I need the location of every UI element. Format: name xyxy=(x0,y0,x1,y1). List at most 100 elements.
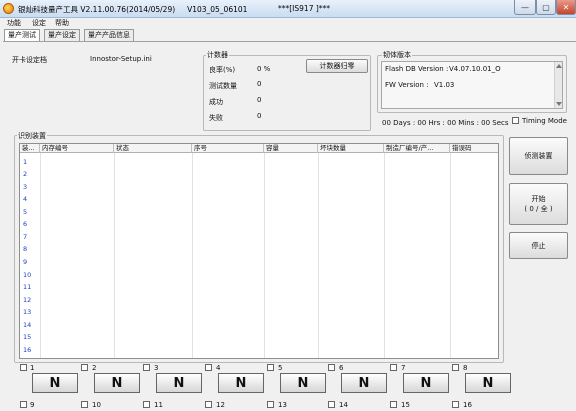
window-title: 银灿科技量产工具 V2.11.00.76(2014/05/29) V103_05… xyxy=(18,5,248,14)
table-row[interactable]: 8 xyxy=(23,243,27,255)
menu-function[interactable]: 功能 xyxy=(7,18,21,28)
table-row[interactable]: 1 xyxy=(23,156,27,168)
tab-product-info[interactable]: 量产产品信息 xyxy=(84,29,134,41)
port-button[interactable]: N xyxy=(280,373,326,393)
port-checkbox[interactable] xyxy=(143,364,150,371)
col-capacity[interactable]: 容量 xyxy=(264,144,318,153)
start-button-count: ( 0 / 全 ) xyxy=(524,205,553,213)
port-button[interactable]: N xyxy=(32,373,78,393)
col-divider xyxy=(114,153,115,358)
port-button[interactable]: N xyxy=(403,373,449,393)
port-checkbox[interactable] xyxy=(267,401,274,408)
port-button[interactable]: N xyxy=(465,373,511,393)
table-row[interactable]: 9 xyxy=(23,256,27,268)
port-checkbox[interactable] xyxy=(452,364,459,371)
table-row[interactable]: 16 xyxy=(23,344,31,356)
test-count-value: 0 xyxy=(257,80,262,88)
port-checkbox[interactable] xyxy=(20,401,27,408)
port-checkbox[interactable] xyxy=(390,401,397,408)
port-label: 1 xyxy=(30,364,35,372)
device-table: 装... 内存编号 状态 序号 容量 坏块数量 制造厂编号/产... 错误码 1… xyxy=(19,143,499,359)
elapsed-timer: 00 Days : 00 Hrs : 00 Mins : 00 Secs xyxy=(382,119,509,127)
port-checkbox[interactable] xyxy=(328,401,335,408)
table-row[interactable]: 4 xyxy=(23,193,27,205)
port-checkbox[interactable] xyxy=(81,364,88,371)
start-button[interactable]: 开始 ( 0 / 全 ) xyxy=(509,183,568,225)
col-bad-block[interactable]: 坏块数量 xyxy=(318,144,384,153)
port-label: 3 xyxy=(154,364,159,372)
close-button[interactable]: ✕ xyxy=(556,0,576,15)
test-count-label: 测试数量 xyxy=(209,82,237,90)
firmware-title: 韧体版本 xyxy=(382,50,412,60)
port-button[interactable]: N xyxy=(94,373,140,393)
port-label: 4 xyxy=(216,364,221,372)
port-button[interactable]: N xyxy=(156,373,202,393)
col-divider xyxy=(40,153,41,358)
table-row[interactable]: 15 xyxy=(23,331,31,343)
timing-mode-label: Timing Mode xyxy=(522,117,567,125)
table-row[interactable]: 11 xyxy=(23,281,31,293)
port-button[interactable]: N xyxy=(341,373,387,393)
table-row[interactable]: 3 xyxy=(23,181,27,193)
port-checkbox[interactable] xyxy=(20,364,27,371)
table-row[interactable]: 12 xyxy=(23,294,31,306)
port-label: 2 xyxy=(92,364,97,372)
fail-label: 失败 xyxy=(209,114,223,122)
port-label: 5 xyxy=(278,364,283,372)
detect-device-button[interactable]: 侦测装置 xyxy=(509,137,568,175)
startup-config-value: Innostor-Setup.ini xyxy=(90,55,152,63)
port-label: 14 xyxy=(339,401,348,409)
port-label: 16 xyxy=(463,401,472,409)
port-checkbox[interactable] xyxy=(205,364,212,371)
port-label: 12 xyxy=(216,401,225,409)
port-label: 7 xyxy=(401,364,406,372)
col-divider xyxy=(264,153,265,358)
firmware-scrollbar[interactable] xyxy=(554,62,562,108)
devices-title: 识别装置 xyxy=(17,131,47,141)
col-divider xyxy=(450,153,451,358)
table-row[interactable]: 13 xyxy=(23,306,31,318)
port-checkbox[interactable] xyxy=(205,401,212,408)
menu-bar: 功能 设定 帮助 xyxy=(0,18,576,28)
port-checkbox[interactable] xyxy=(452,401,459,408)
port-checkbox[interactable] xyxy=(143,401,150,408)
start-button-label: 开始 xyxy=(531,195,546,203)
port-label: 8 xyxy=(463,364,468,372)
table-row[interactable]: 2 xyxy=(23,168,27,180)
port-checkbox[interactable] xyxy=(328,364,335,371)
minimize-button[interactable]: — xyxy=(514,0,536,15)
col-status[interactable]: 状态 xyxy=(114,144,192,153)
success-value: 0 xyxy=(257,96,262,104)
flash-db-version-value: V4.07.10.01_O xyxy=(449,65,501,73)
fw-version-value: V1.03 xyxy=(434,81,455,89)
col-memory-id[interactable]: 内存编号 xyxy=(40,144,114,153)
col-vendor-product[interactable]: 制造厂编号/产... xyxy=(384,144,450,153)
tab-panel-border xyxy=(3,41,576,42)
port-checkbox[interactable] xyxy=(390,364,397,371)
table-row[interactable]: 7 xyxy=(23,231,27,243)
reset-counter-button[interactable]: 计数器归零 xyxy=(306,59,368,73)
col-slot[interactable]: 装... xyxy=(20,144,40,153)
maximize-button[interactable]: ▢ xyxy=(536,0,556,15)
col-divider xyxy=(384,153,385,358)
window-center-title: ***[IS917 ]*** xyxy=(278,4,331,13)
yield-label: 良率(%) xyxy=(209,66,236,74)
col-error-code[interactable]: 错误码 xyxy=(450,144,498,153)
app-icon xyxy=(3,3,14,14)
port-button[interactable]: N xyxy=(218,373,264,393)
table-row[interactable]: 5 xyxy=(23,206,27,218)
port-label: 13 xyxy=(278,401,287,409)
counter-title: 计数器 xyxy=(206,50,229,60)
table-row[interactable]: 10 xyxy=(23,269,31,281)
table-row[interactable]: 14 xyxy=(23,319,31,331)
tab-production-settings[interactable]: 量产设定 xyxy=(44,29,80,41)
col-serial[interactable]: 序号 xyxy=(192,144,264,153)
table-row[interactable]: 6 xyxy=(23,218,27,230)
port-checkbox[interactable] xyxy=(81,401,88,408)
timing-mode-checkbox[interactable] xyxy=(512,117,519,124)
menu-help[interactable]: 帮助 xyxy=(55,18,69,28)
port-label: 10 xyxy=(92,401,101,409)
port-checkbox[interactable] xyxy=(267,364,274,371)
menu-settings[interactable]: 设定 xyxy=(32,18,46,28)
stop-button[interactable]: 停止 xyxy=(509,232,568,259)
